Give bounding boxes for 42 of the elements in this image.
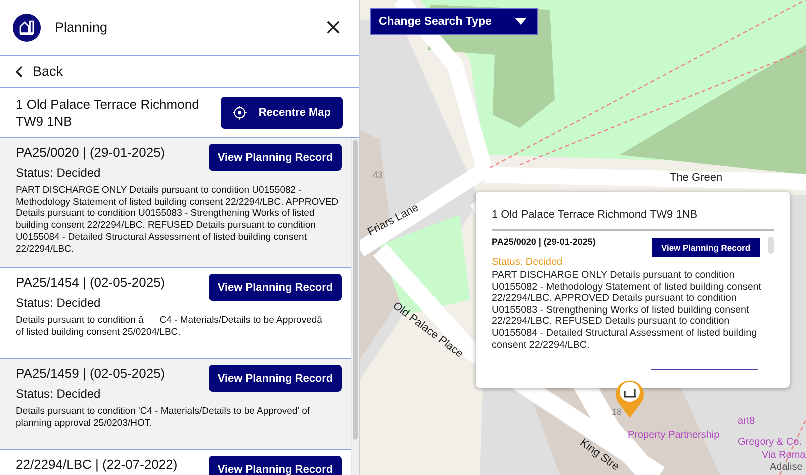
caret-icon	[515, 18, 527, 25]
close-icon[interactable]	[326, 20, 341, 35]
view-planning-record-button[interactable]: View Planning Record	[209, 456, 342, 475]
planning-logo-icon	[13, 14, 41, 42]
crosshair-icon	[233, 104, 247, 120]
record-status: Status: Decided	[16, 166, 102, 180]
view-planning-record-button[interactable]: View Planning Record	[209, 365, 342, 392]
view-planning-record-button[interactable]: View Planning Record	[209, 144, 342, 171]
street-name: Friars Lane	[366, 202, 421, 239]
record-reference: 22/2294/LBC | (22-07-2022)	[16, 456, 178, 472]
view-planning-record-button[interactable]: View Planning Record	[209, 274, 342, 302]
record-status: Status: Decided	[492, 257, 564, 268]
address-text: 1 Old Palace Terrace Richmond TW9 1NB	[16, 96, 200, 130]
record-description: PART DISCHARGE ONLY Details pursuant to condition U0155082 - Methodology Statement of listed building consent 22/2294/LBC. APPROVED Details pursuant to condition U0155083 - Strengthening Works of listed building consent 22/2294/LBC. REFUSED Details pursuant to condition U0155084 - Detailed Structural Assessment of listed building consent 22/2294/LBC.	[16, 185, 340, 256]
place-label: Adalise	[770, 462, 803, 474]
place-label: art8	[738, 416, 756, 428]
record-reference: PA25/0020 | (29-01-2025)	[16, 144, 166, 160]
record-description: Details pursuant to condition 'C4 - Materials/Details to be Approved' of planning approval 25/0203/HOT.	[16, 406, 312, 430]
record-description: Details pursuant to condition âC4 - Materials/Details to be Approvedâ of listed building consent 25/0204/LBC.	[16, 315, 340, 339]
house-number: 18	[612, 407, 622, 417]
record-reference: PA25/0020 | (29-01-2025)	[492, 237, 597, 247]
record-reference: PA25/1459 | (02-05-2025)	[16, 365, 166, 382]
place-label: Via Roma	[762, 450, 806, 462]
place-label: Gregory & Co.	[738, 437, 802, 449]
record-status: Status: Decided	[16, 387, 102, 402]
scrollbar[interactable]	[351, 138, 359, 475]
panel-title: Planning	[55, 20, 109, 35]
record-description: PART DISCHARGE ONLY Details pursuant to condition U0155082 - Methodology Statement of listed building consent 22/2294/LBC. APPROVED Details pursuant to condition U0155083 - Strengthening Works of listed building consent 22/2294/LBC. REFUSED Details pursuant to condition U0155084 - Detailed Structural Assessment of listed building consent 22/2294/LBC.	[492, 270, 763, 352]
recentre-map-button[interactable]: Recentre Map	[221, 96, 343, 128]
popup-title: 1 Old Palace Terrace Richmond TW9 1NB	[492, 192, 774, 231]
place-label: Property Partnership	[628, 430, 720, 442]
back-chevron-icon	[16, 66, 24, 78]
street-name: The Green	[670, 172, 723, 184]
record-status: Status: Decided	[16, 296, 102, 310]
scrollbar[interactable]	[768, 237, 774, 254]
record-item[interactable]	[0, 138, 351, 268]
house-number: 43	[373, 170, 384, 180]
record-item[interactable]: PA25/1459 | (02-05-2025) View Planning Record Status: Decided Details pursuant to condition 'C4 - Materials/Details to be Approved' of planning approval 25/0203/HOT.	[0, 359, 351, 450]
record-reference: PA25/1454 | (02-05-2025)	[16, 274, 166, 290]
view-planning-record-button[interactable]: View Planning Record	[652, 238, 760, 257]
change-search-type-dropdown[interactable]: Change Search Type	[370, 8, 538, 35]
back-link[interactable]: Back	[0, 56, 359, 88]
